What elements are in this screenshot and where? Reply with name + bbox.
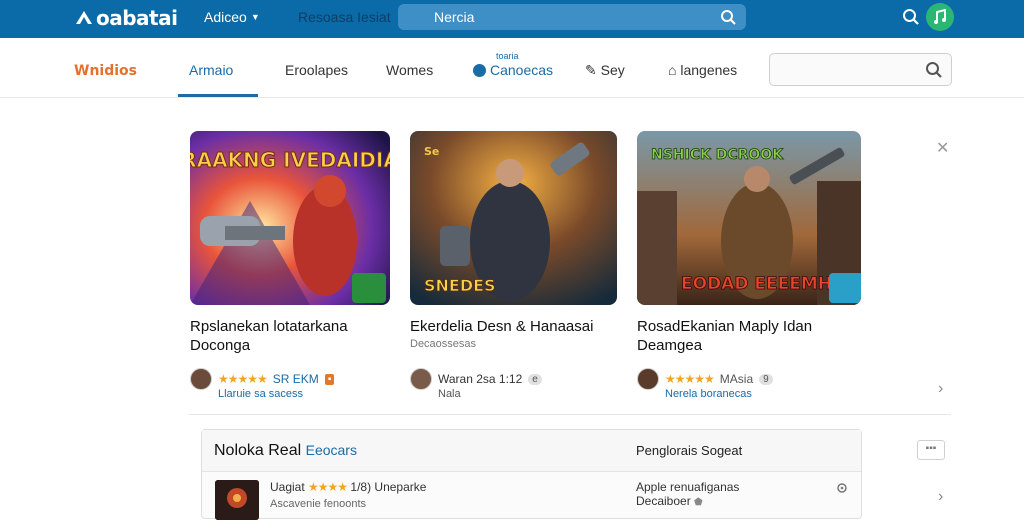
list-item[interactable]: Uagiat ★★★★ 1/8) Uneparke <box>270 480 426 494</box>
rating-text: SR EKM <box>272 372 319 386</box>
top-search-placeholder: Nercia <box>434 9 475 25</box>
list-item-name: Uagiat <box>270 480 305 494</box>
game-art-2: Se SNEDES <box>410 131 617 305</box>
panel-right-label: Penglorais Sogeat <box>636 443 743 458</box>
game-thumbnail[interactable]: Se SNEDES <box>410 131 617 305</box>
secondary-nav: Wnidios Armaio Eroolapes Womes toaria Ca… <box>0 38 1024 98</box>
search-icon[interactable] <box>720 9 736 25</box>
app-logo[interactable]: oabatai <box>74 6 178 30</box>
art-text: SNEDES <box>424 276 496 295</box>
more-options-button[interactable]: ▪▪▪ <box>917 440 945 460</box>
tab-langenes[interactable]: ⌂ langenes <box>668 62 737 78</box>
bookmark-icon: ⌂ <box>668 62 681 78</box>
tab-canoecas-label: Canoecas <box>490 62 554 78</box>
game-thumbnail[interactable]: RAAKNG IVEDAIDIA <box>190 131 390 305</box>
active-tab-indicator <box>178 94 258 97</box>
shield-icon: ⬟ <box>694 497 703 508</box>
chevron-right-icon[interactable]: › <box>938 488 943 506</box>
share-icon <box>829 273 861 303</box>
dot-icon <box>473 64 486 77</box>
rating-row: ★★★★★ MAsia 9 <box>637 368 773 390</box>
list-item-sub: Ascavenie fenoonts <box>270 498 367 510</box>
list-item-right-2: Decaiboer ⬟ <box>636 494 703 508</box>
star-rating-icon: ★★★★ <box>308 480 348 494</box>
game-title[interactable]: Rpslanekan lotatarkana <box>190 317 348 337</box>
tab-langenes-label: langenes <box>680 62 738 78</box>
star-rating-icon: ★★★★★ <box>665 372 715 386</box>
list-item-right-1: Apple renuafiganas <box>636 480 740 494</box>
search-icon[interactable] <box>902 8 920 26</box>
user-avatar[interactable] <box>926 3 954 31</box>
tab-armaio[interactable]: Armaio <box>189 62 233 78</box>
art-top-text: NSHICK DCROOK <box>651 147 784 163</box>
chevron-down-icon: ▼ <box>250 12 260 22</box>
developer-link[interactable]: Nerela boranecas <box>665 388 752 400</box>
close-icon[interactable]: ✕ <box>936 141 950 157</box>
tab-sey[interactable]: ✎ Sey <box>585 62 625 79</box>
rating-text: MAsia <box>719 372 754 386</box>
chevron-right-icon[interactable]: › <box>938 380 943 398</box>
list-item-right-2-text: Decaiboer <box>636 494 691 508</box>
game-title-line2: Deamgea <box>637 337 703 354</box>
tab-eroolapes[interactable]: Eroolapes <box>285 62 348 78</box>
tab-sey-label: Sey <box>600 62 625 78</box>
divider <box>189 414 951 415</box>
game-thumbnail[interactable]: NSHICK DCROOK EODAD EEEEMHAT <box>637 131 861 305</box>
rating-row: Waran 2sa 1:12 e <box>410 368 542 390</box>
music-note-icon <box>934 9 946 24</box>
developer-avatar <box>190 368 212 390</box>
svg-text:Se: Se <box>424 145 439 158</box>
controller-icon <box>352 273 386 303</box>
developer-link[interactable]: Nala <box>438 388 461 400</box>
game-title[interactable]: Ekerdelia Desn & Hanaasai <box>410 317 593 337</box>
store-brand[interactable]: Wnidios <box>74 63 137 79</box>
game-subtitle: Decaossesas <box>410 338 477 350</box>
settings-icon[interactable] <box>836 482 848 494</box>
tab-canoecas[interactable]: Canoecas <box>473 62 553 78</box>
game-title[interactable]: RosadEkanian Maply Idan <box>637 317 812 337</box>
developer-avatar <box>410 368 432 390</box>
top-label: Resoasa Iesiat <box>298 9 391 25</box>
top-menu-dropdown[interactable]: Adiceo ▼ <box>204 9 260 25</box>
top-bar: oabatai Adiceo ▼ Resoasa Iesiat Nercia <box>0 0 1024 38</box>
rating-text: Waran 2sa 1:12 <box>438 372 523 386</box>
featured-panel: Noloka Real Eeocars Penglorais Sogeat Ua… <box>201 429 862 520</box>
list-item-thumbnail[interactable] <box>215 480 259 520</box>
rating-row: ★★★★★ SR EKM ▪ <box>190 368 335 390</box>
top-menu-label: Adiceo <box>204 9 247 25</box>
list-item-art <box>215 480 259 520</box>
badge-icon: ▪ <box>324 373 335 385</box>
panel-title-link[interactable]: Eeocars <box>306 442 357 458</box>
panel-header: Noloka Real Eeocars Penglorais Sogeat <box>202 430 861 472</box>
art-text: RAAKNG IVEDAIDIA <box>190 148 390 172</box>
panel-title: Noloka Real Eeocars <box>214 442 357 460</box>
tab-badge: toaria <box>496 51 519 61</box>
star-rating-icon: ★★★★★ <box>218 372 268 386</box>
store-search-input[interactable] <box>769 53 952 86</box>
developer-avatar <box>637 368 659 390</box>
logo-mark-icon <box>76 11 92 24</box>
tab-womes[interactable]: Womes <box>386 62 433 78</box>
panel-title-text: Noloka Real <box>214 442 302 459</box>
count-pill: e <box>528 373 542 385</box>
list-item-rating: 1/8) Uneparke <box>350 480 427 494</box>
game-art-3: NSHICK DCROOK EODAD EEEEMHAT <box>637 131 861 305</box>
pen-icon: ✎ <box>585 62 601 78</box>
game-title-line2: Doconga <box>190 337 251 354</box>
developer-link[interactable]: Llaruie sa sacess <box>218 388 303 400</box>
search-icon[interactable] <box>925 61 943 79</box>
top-search-input[interactable]: Nercia <box>398 4 746 30</box>
count-pill: 9 <box>759 373 773 385</box>
logo-text: oabatai <box>96 6 178 30</box>
